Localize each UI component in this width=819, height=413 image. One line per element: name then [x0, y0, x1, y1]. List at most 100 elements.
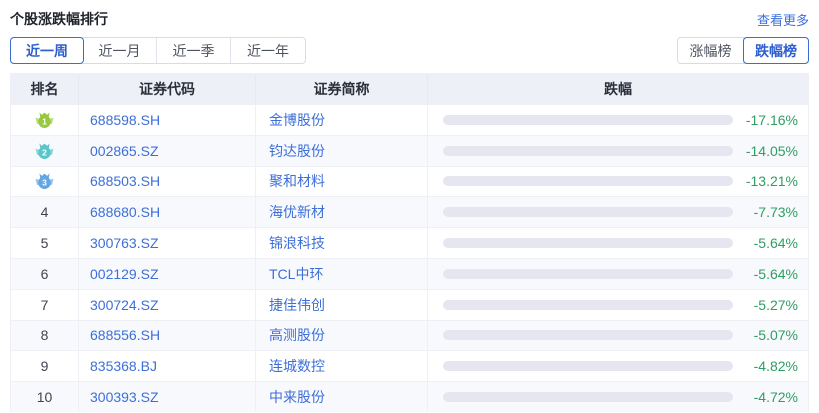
table-row[interactable]: 8 688556.SH 高测股份 -5.07%	[11, 320, 808, 351]
security-code-link[interactable]: 835368.BJ	[90, 358, 157, 374]
table-row[interactable]: 10 300393.SZ 中来股份 -4.72%	[11, 381, 808, 412]
change-bar-track	[443, 207, 733, 217]
change-percent: -4.72%	[754, 389, 798, 405]
security-name-link[interactable]: 高测股份	[269, 325, 325, 345]
security-code-link[interactable]: 300724.SZ	[90, 297, 159, 313]
change-percent: -7.73%	[754, 204, 798, 220]
change-cell: -17.16%	[428, 112, 808, 128]
rank-cell: 10	[11, 382, 79, 412]
rank-cell: 7	[11, 290, 79, 320]
change-cell: -5.64%	[428, 266, 808, 282]
security-code-link[interactable]: 002129.SZ	[90, 266, 159, 282]
rank-number: 10	[37, 389, 53, 405]
change-cell: -7.73%	[428, 204, 808, 220]
code-cell: 300393.SZ	[79, 382, 256, 412]
security-name-link[interactable]: 连城数控	[269, 356, 325, 376]
change-bar-track	[443, 300, 733, 310]
period-tab-1[interactable]: 近一周	[10, 37, 84, 64]
code-cell: 688503.SH	[79, 167, 256, 197]
change-percent: -5.64%	[754, 266, 798, 282]
code-cell: 002129.SZ	[79, 259, 256, 289]
table-header-row: 排名 证券代码 证券简称 跌幅	[11, 74, 808, 104]
name-cell: 连城数控	[256, 351, 428, 381]
code-cell: 688556.SH	[79, 321, 256, 351]
name-cell: 聚和材料	[256, 167, 428, 197]
change-cell: -4.82%	[428, 358, 808, 374]
change-bar-track	[443, 361, 733, 371]
change-cell: -13.21%	[428, 173, 808, 189]
code-cell: 300763.SZ	[79, 228, 256, 258]
security-name-link[interactable]: 钧达股份	[269, 141, 325, 161]
change-bar-track	[443, 392, 733, 402]
period-tab-2[interactable]: 近一月	[83, 38, 157, 63]
rank-cell: 3	[11, 167, 79, 197]
stock-ranking-widget: 个股涨跌幅排行 查看更多 近一周近一月近一季近一年 涨幅榜跌幅榜 排名 证券代码…	[0, 0, 819, 413]
security-name-link[interactable]: 金博股份	[269, 110, 325, 130]
name-cell: 海优新材	[256, 197, 428, 227]
security-code-link[interactable]: 002865.SZ	[90, 143, 159, 159]
table-row[interactable]: 2 002865.SZ 钧达股份 -14.05%	[11, 135, 808, 166]
period-tab-4[interactable]: 近一年	[231, 38, 305, 63]
column-header-name: 证券简称	[256, 74, 428, 104]
security-code-link[interactable]: 300393.SZ	[90, 389, 159, 405]
change-cell: -14.05%	[428, 143, 808, 159]
rank-cell: 8	[11, 321, 79, 351]
change-bar-track	[443, 176, 733, 186]
change-bar-track	[443, 115, 733, 125]
rank-cell: 1	[11, 105, 79, 135]
rank-cell: 9	[11, 351, 79, 381]
change-percent: -5.64%	[754, 235, 798, 251]
security-code-link[interactable]: 688556.SH	[90, 327, 160, 343]
table-row[interactable]: 1 688598.SH 金博股份 -17.16%	[11, 104, 808, 135]
name-cell: TCL中环	[256, 259, 428, 289]
security-code-link[interactable]: 300763.SZ	[90, 235, 159, 251]
code-cell: 688680.SH	[79, 197, 256, 227]
name-cell: 捷佳伟创	[256, 290, 428, 320]
security-code-link[interactable]: 688598.SH	[90, 112, 160, 128]
svg-text:1: 1	[42, 116, 47, 126]
security-name-link[interactable]: TCL中环	[269, 264, 323, 284]
rank-number: 7	[41, 297, 49, 313]
security-code-link[interactable]: 688503.SH	[90, 173, 160, 189]
security-code-link[interactable]: 688680.SH	[90, 204, 160, 220]
name-cell: 钧达股份	[256, 136, 428, 166]
table-row[interactable]: 6 002129.SZ TCL中环 -5.64%	[11, 258, 808, 289]
table-row[interactable]: 4 688680.SH 海优新材 -7.73%	[11, 196, 808, 227]
rank-cell: 2	[11, 136, 79, 166]
security-name-link[interactable]: 聚和材料	[269, 171, 325, 191]
change-bar-track	[443, 146, 733, 156]
change-bar-track	[443, 238, 733, 248]
board-tab-2[interactable]: 跌幅榜	[743, 37, 809, 64]
security-name-link[interactable]: 海优新材	[269, 202, 325, 222]
column-header-rank: 排名	[11, 74, 79, 104]
code-cell: 002865.SZ	[79, 136, 256, 166]
table-row[interactable]: 9 835368.BJ 连城数控 -4.82%	[11, 350, 808, 381]
rank-cell: 6	[11, 259, 79, 289]
security-name-link[interactable]: 捷佳伟创	[269, 295, 325, 315]
table-row[interactable]: 5 300763.SZ 锦浪科技 -5.64%	[11, 227, 808, 258]
table-row[interactable]: 3 688503.SH 聚和材料 -13.21%	[11, 166, 808, 197]
code-cell: 835368.BJ	[79, 351, 256, 381]
name-cell: 高测股份	[256, 321, 428, 351]
rank-number: 4	[41, 204, 49, 220]
code-cell: 688598.SH	[79, 105, 256, 135]
change-percent: -5.07%	[754, 327, 798, 343]
title-bar: 个股涨跌幅排行 查看更多	[10, 8, 809, 30]
security-name-link[interactable]: 中来股份	[269, 387, 325, 407]
rank-cell: 5	[11, 228, 79, 258]
ranking-table: 排名 证券代码 证券简称 跌幅 1 688598.SH 金博股份 -17.16%…	[10, 73, 809, 412]
view-more-link[interactable]: 查看更多	[757, 10, 809, 29]
change-cell: -5.27%	[428, 297, 808, 313]
change-percent: -5.27%	[754, 297, 798, 313]
period-tab-3[interactable]: 近一季	[157, 38, 231, 63]
change-percent: -13.21%	[746, 173, 798, 189]
security-name-link[interactable]: 锦浪科技	[269, 233, 325, 253]
change-bar-track	[443, 269, 733, 279]
name-cell: 中来股份	[256, 382, 428, 412]
name-cell: 金博股份	[256, 105, 428, 135]
table-row[interactable]: 7 300724.SZ 捷佳伟创 -5.27%	[11, 289, 808, 320]
table-body: 1 688598.SH 金博股份 -17.16% 2 002865.SZ 钧达股…	[11, 104, 808, 412]
toolbar: 近一周近一月近一季近一年 涨幅榜跌幅榜	[10, 37, 809, 64]
board-tab-1[interactable]: 涨幅榜	[678, 38, 744, 63]
svg-text:3: 3	[42, 178, 47, 188]
